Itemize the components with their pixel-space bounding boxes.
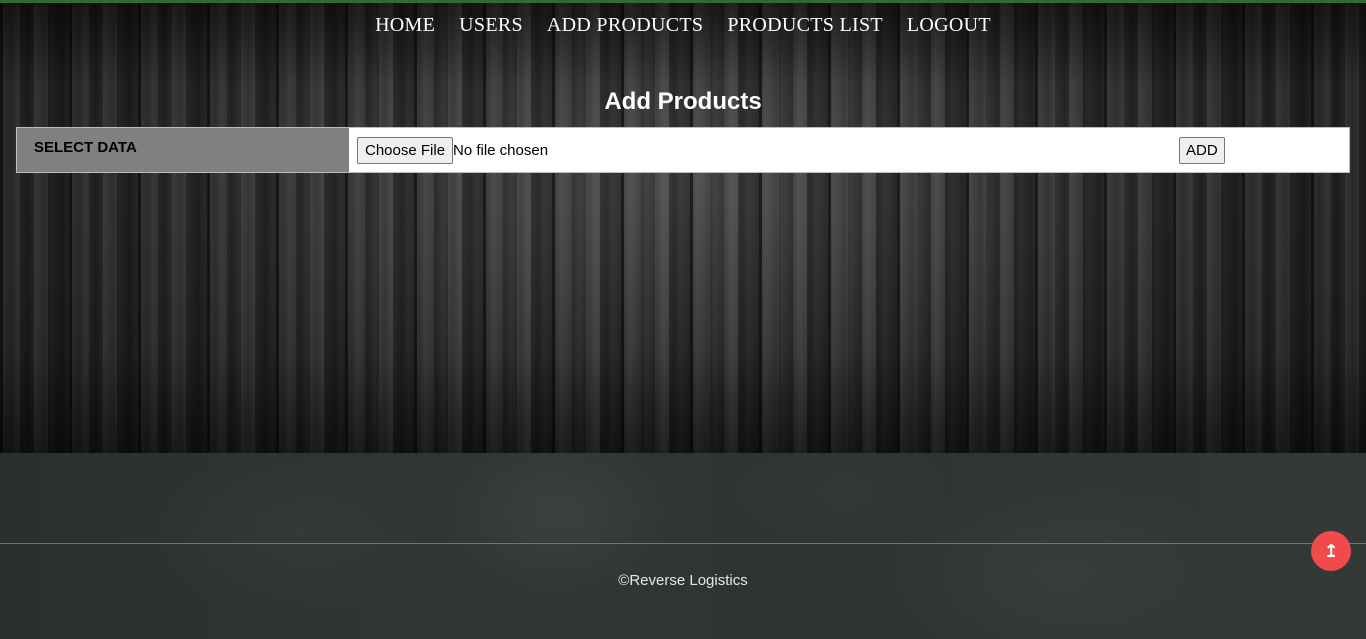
nav-add-products[interactable]: ADD PRODUCTS [547, 14, 703, 37]
nav-logout[interactable]: LOGOUT [907, 14, 991, 37]
main-nav: HOME USERS ADD PRODUCTS PRODUCTS LIST LO… [0, 14, 1366, 37]
upload-form-row: SELECT DATA Choose File No file chosen A… [16, 127, 1350, 173]
arrow-up-icon: ↥ [1323, 540, 1339, 562]
nav-products-list[interactable]: PRODUCTS LIST [727, 14, 883, 37]
footer-divider [0, 543, 1366, 544]
footer-background-image [0, 453, 1366, 639]
scroll-to-top-button[interactable]: ↥ [1311, 531, 1351, 571]
page-title: Add Products [604, 88, 762, 115]
select-data-label: SELECT DATA [17, 128, 349, 172]
file-status-text: No file chosen [453, 142, 549, 159]
nav-home[interactable]: HOME [375, 14, 435, 37]
wood-background [0, 0, 1366, 453]
nav-users[interactable]: USERS [459, 14, 523, 37]
add-button[interactable]: ADD [1179, 137, 1225, 164]
choose-file-button[interactable]: Choose File [357, 137, 454, 164]
copyright-text: ©Reverse Logistics [618, 572, 748, 589]
